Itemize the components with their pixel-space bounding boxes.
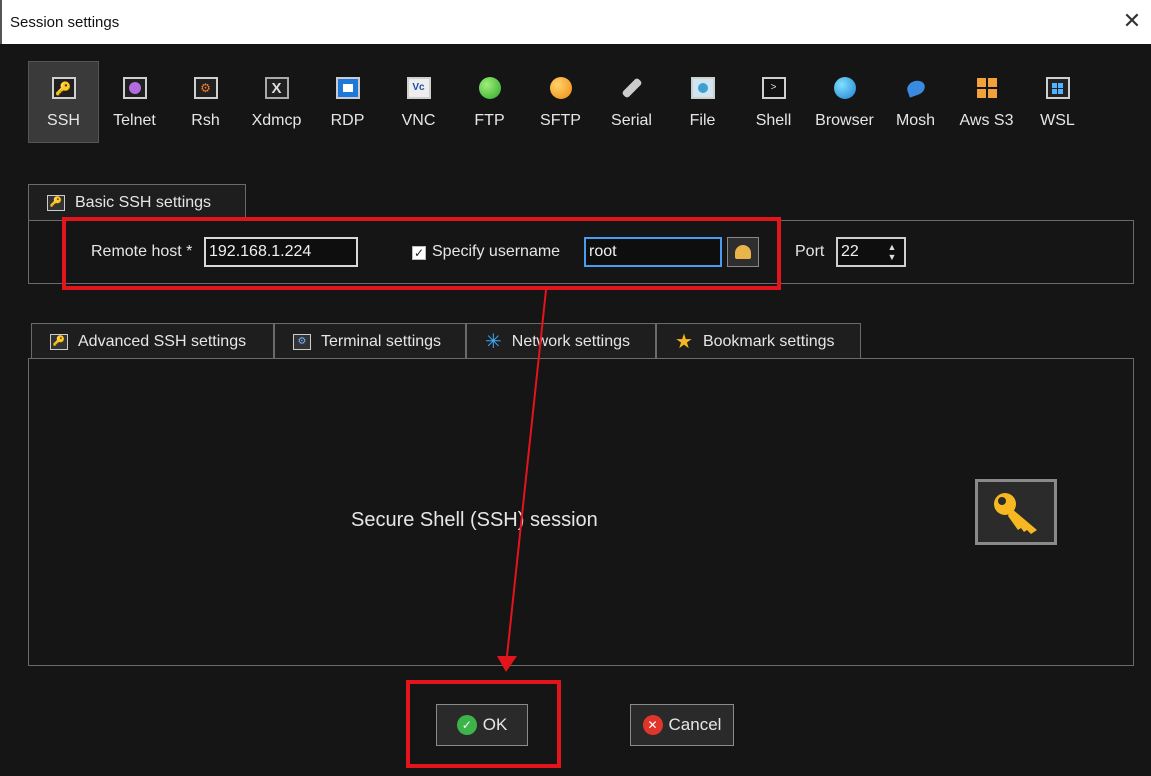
- port-spinner[interactable]: ▲ ▼: [882, 239, 902, 265]
- username-input[interactable]: root: [584, 237, 722, 267]
- protocol-wsl[interactable]: WSL: [1022, 61, 1093, 143]
- serial-plug-icon: [620, 76, 644, 100]
- protocol-toolbar: 🔑 SSH Telnet ⚙ Rsh X Xdmcp RDP Vc VNC FT…: [28, 61, 1093, 143]
- spin-up-icon: ▲: [887, 242, 897, 252]
- cancel-button[interactable]: ✕ Cancel: [630, 704, 734, 746]
- protocol-ftp[interactable]: FTP: [454, 61, 525, 143]
- protocol-aws-s3[interactable]: Aws S3: [951, 61, 1022, 143]
- protocol-browser[interactable]: Browser: [809, 61, 880, 143]
- vnc-icon: Vc: [406, 76, 431, 100]
- session-settings-dialog: 🔑 SSH Telnet ⚙ Rsh X Xdmcp RDP Vc VNC FT…: [0, 44, 1151, 776]
- ssh-key-large-icon: [975, 479, 1057, 545]
- basic-ssh-panel: Remote host * 192.168.1.224 ✓ Specify us…: [28, 220, 1134, 284]
- mosh-satellite-icon: [904, 76, 928, 100]
- tab-basic-ssh-settings[interactable]: 🔑 Basic SSH settings: [28, 184, 246, 220]
- telnet-icon: [122, 76, 147, 100]
- terminal-icon: ⚙: [293, 333, 311, 350]
- browser-globe-icon: [833, 76, 857, 100]
- remote-host-input[interactable]: 192.168.1.224: [204, 237, 358, 267]
- tab-bookmark-settings[interactable]: ★ Bookmark settings: [656, 323, 861, 359]
- session-description: Secure Shell (SSH) session: [351, 509, 598, 531]
- specify-username-checkbox[interactable]: ✓: [412, 246, 426, 260]
- star-icon: ★: [675, 330, 693, 353]
- protocol-vnc[interactable]: Vc VNC: [383, 61, 454, 143]
- ftp-globe-icon: [478, 76, 502, 100]
- spin-down-icon: ▼: [887, 252, 897, 262]
- close-icon[interactable]: ✕: [1121, 10, 1143, 32]
- sftp-globe-icon: [549, 76, 573, 100]
- key-icon: 🔑: [50, 333, 68, 350]
- protocol-xdmcp[interactable]: X Xdmcp: [241, 61, 312, 143]
- file-icon: [690, 76, 715, 100]
- check-icon: ✓: [456, 715, 477, 735]
- protocol-rdp[interactable]: RDP: [312, 61, 383, 143]
- protocol-rsh[interactable]: ⚙ Rsh: [170, 61, 241, 143]
- protocol-file[interactable]: File: [667, 61, 738, 143]
- user-select-button[interactable]: [727, 237, 759, 267]
- protocol-ssh[interactable]: 🔑 SSH: [28, 61, 99, 143]
- shell-icon: >: [761, 76, 786, 100]
- protocol-serial[interactable]: Serial: [596, 61, 667, 143]
- ssh-key-icon: 🔑: [51, 76, 76, 100]
- tab-terminal-settings[interactable]: ⚙ Terminal settings: [274, 323, 466, 359]
- xdmcp-icon: X: [264, 76, 289, 100]
- session-content-panel: Secure Shell (SSH) session: [28, 358, 1134, 666]
- rsh-icon: ⚙: [193, 76, 218, 100]
- ok-button[interactable]: ✓ OK: [436, 704, 528, 746]
- specify-username-label: Specify username: [432, 243, 561, 260]
- window-title: Session settings: [10, 14, 120, 31]
- cancel-x-icon: ✕: [642, 715, 663, 735]
- title-bar: Session settings ✕: [0, 0, 1151, 44]
- aws-s3-icon: [975, 76, 999, 100]
- remote-host-label: Remote host *: [91, 243, 193, 260]
- protocol-telnet[interactable]: Telnet: [99, 61, 170, 143]
- port-label: Port: [795, 243, 825, 260]
- tab-network-settings[interactable]: ✳ Network settings: [466, 323, 656, 359]
- rdp-icon: [335, 76, 360, 100]
- key-icon: 🔑: [47, 194, 65, 211]
- wsl-windows-icon: [1045, 76, 1070, 100]
- protocol-shell[interactable]: > Shell: [738, 61, 809, 143]
- tab-advanced-ssh-settings[interactable]: 🔑 Advanced SSH settings: [31, 323, 274, 359]
- protocol-sftp[interactable]: SFTP: [525, 61, 596, 143]
- network-icon: ✳: [485, 330, 502, 353]
- protocol-mosh[interactable]: Mosh: [880, 61, 951, 143]
- user-icon: [735, 245, 751, 259]
